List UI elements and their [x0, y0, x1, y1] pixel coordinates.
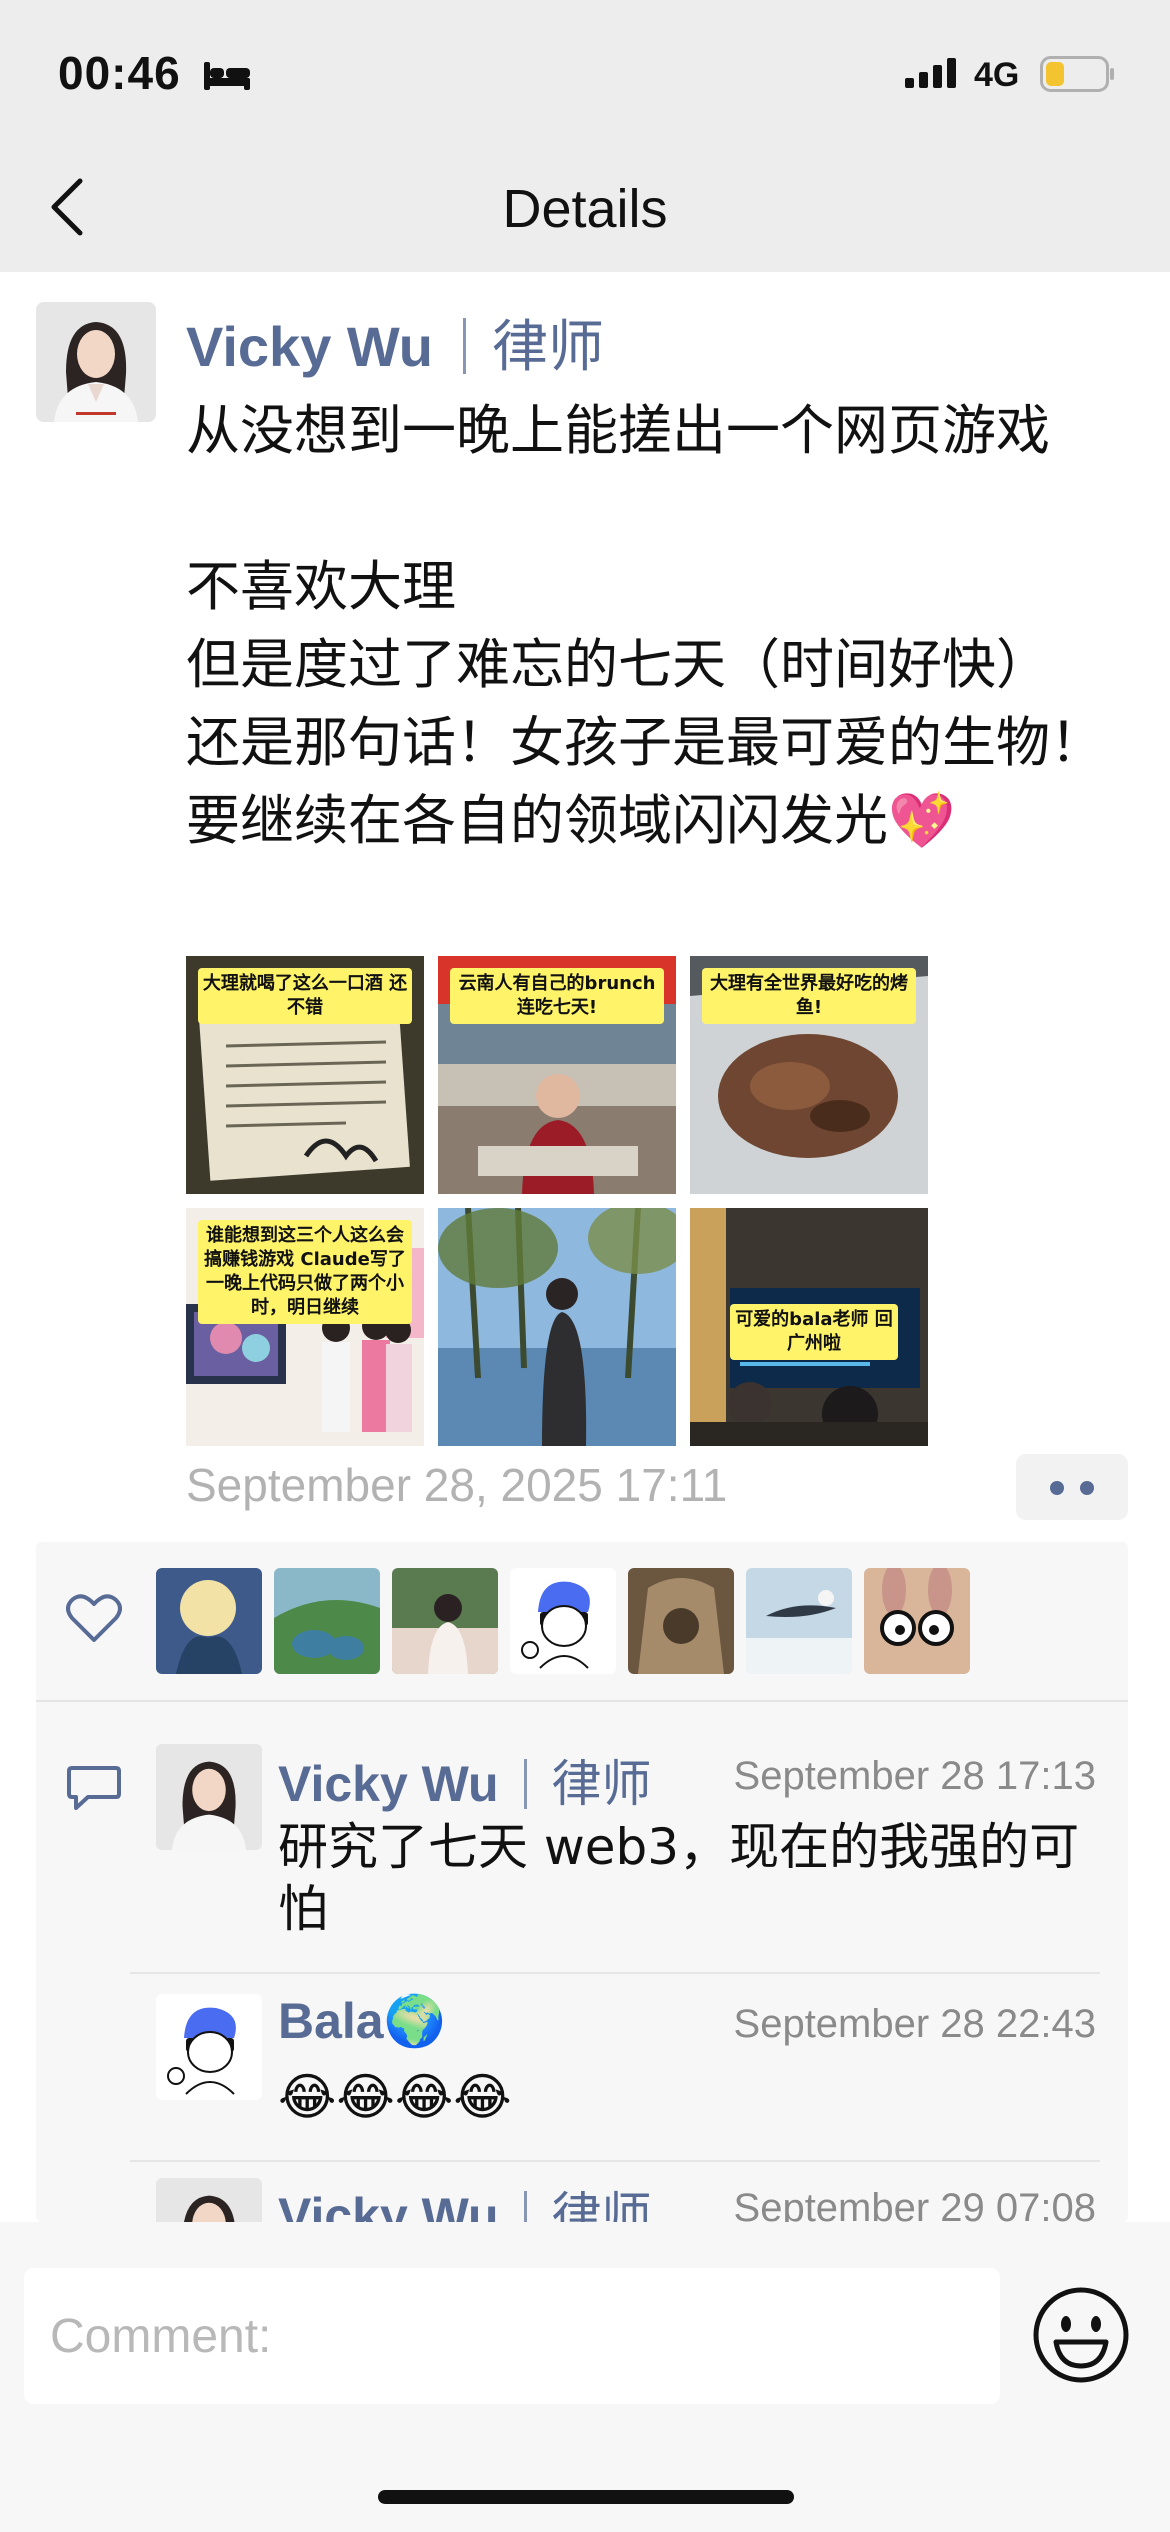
likes-comments-panel: Vicky Wu 律师 September 28 17:13 研究了七天 web3…: [36, 1542, 1128, 2222]
post-photo[interactable]: 云南人有自己的brunch 连吃七天!: [438, 956, 676, 1194]
dot-icon: [1050, 1481, 1064, 1495]
photo-caption: 云南人有自己的brunch 连吃七天!: [450, 968, 664, 1024]
post-photo[interactable]: [438, 1208, 676, 1446]
commenter-name[interactable]: Vicky Wu 律师: [278, 2176, 651, 2222]
comment-divider: [130, 1972, 1100, 1974]
comment-input[interactable]: [24, 2268, 1000, 2404]
liker-avatar[interactable]: [864, 1568, 970, 1674]
comment-text[interactable]: 😂😂😂😂: [278, 2066, 1098, 2128]
bed-icon: [204, 62, 250, 90]
commenter-name[interactable]: Vicky Wu 律师: [278, 1744, 651, 1816]
more-options-button[interactable]: [1016, 1454, 1128, 1520]
liker-avatar[interactable]: [156, 1568, 262, 1674]
comment-author[interactable]: Vicky Wu: [278, 2188, 498, 2222]
name-separator: [462, 318, 466, 374]
status-time: 00:46: [58, 47, 181, 99]
photo-caption: 可爱的bala老师 回广州啦: [730, 1304, 898, 1360]
comment-icon: [67, 1766, 121, 1810]
panel-divider: [36, 1700, 1128, 1702]
comment-author-role[interactable]: 律师: [551, 2188, 651, 2222]
comment-author[interactable]: Vicky Wu: [278, 1756, 498, 1812]
author-name-row[interactable]: Vicky Wu 律师: [186, 302, 604, 383]
comment-time: September 29 07:08: [733, 2186, 1096, 2222]
liker-avatar[interactable]: [510, 1568, 616, 1674]
author-avatar[interactable]: [36, 302, 156, 422]
photo-caption: 大理就喝了这么一口酒 还不错: [198, 968, 412, 1024]
post-photo[interactable]: 大理有全世界最好吃的烤鱼!: [690, 956, 928, 1194]
post-photo[interactable]: 大理就喝了这么一口酒 还不错: [186, 956, 424, 1194]
post-timestamp: September 28, 2025 17:11: [186, 1459, 728, 1511]
name-separator: [524, 2191, 528, 2222]
liker-avatar[interactable]: [746, 1568, 852, 1674]
author-role[interactable]: 律师: [492, 315, 604, 378]
comment-divider: [130, 2160, 1100, 2162]
commenter-avatar[interactable]: [156, 1994, 262, 2100]
liker-avatar[interactable]: [392, 1568, 498, 1674]
heart-icon: [66, 1594, 122, 1642]
network-label: 4G: [974, 56, 1020, 94]
liker-avatar[interactable]: [628, 1568, 734, 1674]
battery-icon: [1040, 56, 1114, 92]
home-indicator[interactable]: [378, 2490, 794, 2504]
liker-avatar[interactable]: [274, 1568, 380, 1674]
commenter-avatar[interactable]: [156, 1744, 262, 1850]
photo-caption: 大理有全世界最好吃的烤鱼!: [702, 968, 916, 1024]
commenter-avatar[interactable]: [156, 2178, 262, 2222]
post-photo[interactable]: 可爱的bala老师 回广州啦: [690, 1208, 928, 1446]
commenter-name[interactable]: Bala🌍: [278, 1992, 446, 2051]
signal-icon: [905, 58, 956, 88]
name-separator: [524, 1759, 528, 1809]
photo-caption: 谁能想到这三个人这么会搞赚钱游戏 Claude写了一晚上代码只做了两个小时，明日…: [198, 1220, 412, 1324]
page-title: Details: [502, 179, 668, 239]
post-text: 从没想到一晚上能搓出一个网页游戏 不喜欢大理 但是度过了难忘的七天（时间好快） …: [186, 399, 1104, 852]
post-photo[interactable]: 谁能想到这三个人这么会搞赚钱游戏 Claude写了一晚上代码只做了两个小时，明日…: [186, 1208, 424, 1446]
comment-time: September 28 22:43: [733, 2002, 1096, 2046]
comment-author-role[interactable]: 律师: [551, 1756, 651, 1812]
comment-text[interactable]: 研究了七天 web3，现在的我强的可怕: [278, 1816, 1098, 1940]
dot-icon: [1080, 1481, 1094, 1495]
comment-time: September 28 17:13: [733, 1754, 1096, 1798]
author-name[interactable]: Vicky Wu: [186, 315, 433, 378]
smiley-face-icon[interactable]: [1032, 2286, 1130, 2384]
